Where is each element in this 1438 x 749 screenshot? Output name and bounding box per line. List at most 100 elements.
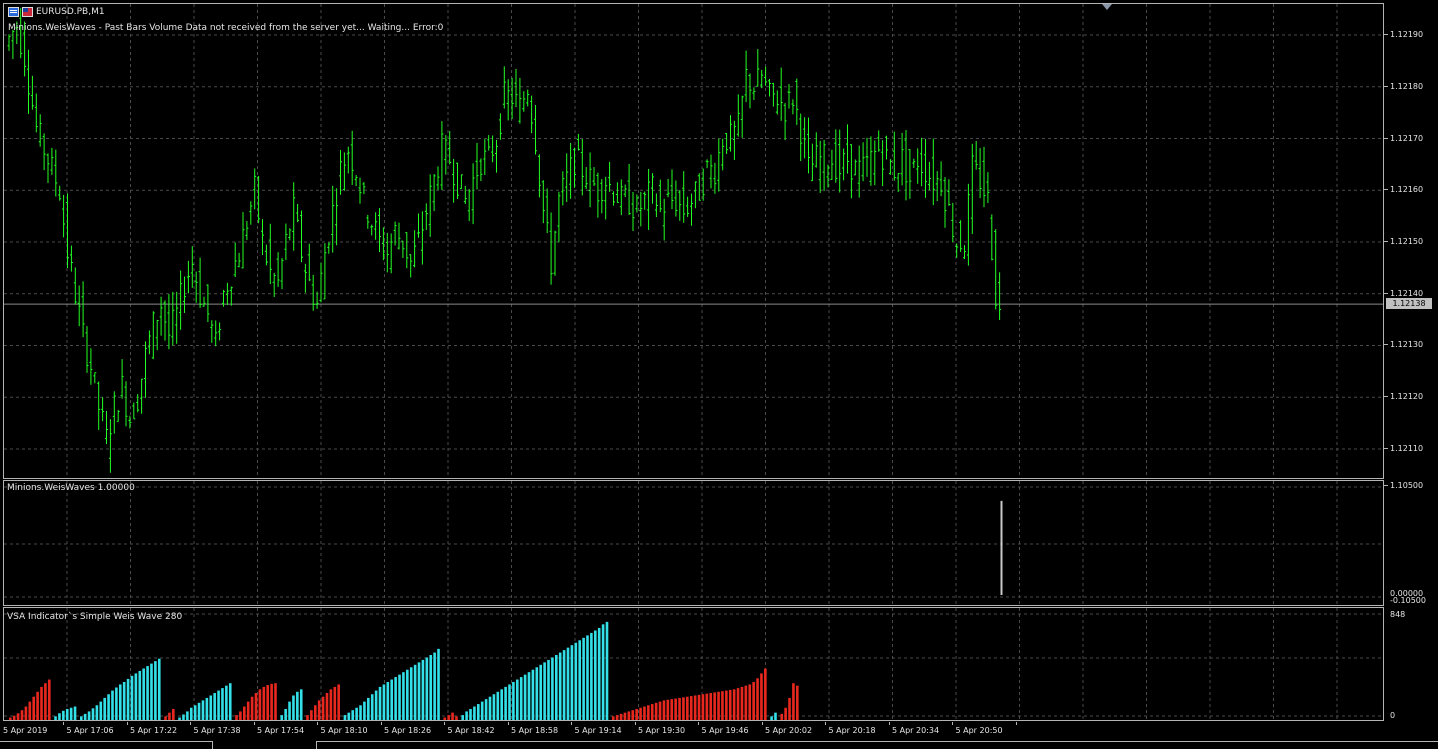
- weiswaves-label: Minions.WeisWaves 1.00000: [7, 483, 135, 493]
- vsa-wave-bar: [347, 712, 351, 720]
- vsa-wave-bar: [296, 691, 299, 720]
- vsa-wave-bar: [437, 648, 440, 720]
- time-axis-tick: [507, 722, 509, 725]
- vsa-wave-bar: [555, 655, 558, 720]
- vsa-wave-bar: [262, 686, 266, 720]
- vsa-wave-bar: [709, 693, 713, 720]
- vsa-wave-bar: [193, 705, 197, 720]
- vsa-wave-bar: [465, 711, 468, 720]
- vsa-wave-bar: [480, 701, 484, 720]
- price-axis-tick: [1384, 344, 1388, 346]
- vsa-wave-bar: [333, 686, 337, 720]
- time-axis-label: 5 Apr 18:42: [447, 726, 495, 735]
- vsa-wave-bar: [713, 692, 716, 720]
- vsa-wave-bar: [611, 716, 615, 720]
- price-axis-tick: [1384, 189, 1388, 191]
- vsa-wave-bar: [130, 675, 134, 720]
- vsa-wave-bar: [705, 693, 709, 720]
- vsa-wave-bar: [455, 716, 458, 720]
- time-axis-tick: [380, 722, 382, 725]
- vsa-wave-bar: [386, 681, 390, 720]
- vsa-wave-bar: [406, 669, 409, 720]
- time-axis-tick: [888, 722, 890, 725]
- vsa-wave-bar: [496, 691, 500, 720]
- time-axis-label: 5 Apr 18:26: [384, 726, 432, 735]
- price-axis[interactable]: 1.12190 1.12180 1.12170 1.12160 1.12150 1.121…: [1384, 0, 1438, 722]
- vsa-wave-bar: [566, 647, 570, 720]
- price-axis-label: 1.12110: [1390, 443, 1424, 453]
- vsa-wave-bar: [744, 685, 748, 720]
- vsa-wave-bar: [780, 713, 784, 720]
- vsa-wave-bar: [788, 697, 791, 720]
- vsa-wave-bar: [686, 696, 689, 720]
- vsa-wave-bar: [578, 640, 581, 720]
- vsa-wave-bar: [317, 700, 321, 720]
- vsa-wave-bar: [138, 670, 142, 720]
- vsa-wave-bar: [250, 696, 254, 720]
- price-chart-pane[interactable]: EURUSD.PB,M1 Minions.WeisWaves - Past Ba…: [3, 3, 1384, 479]
- vsa-wave-bar: [374, 690, 378, 720]
- price-axis-label: 1.12190: [1390, 30, 1424, 40]
- time-axis-tick: [952, 722, 953, 725]
- vsa-wave-bar: [254, 693, 258, 720]
- vsa-wave-bar: [531, 669, 535, 720]
- price-axis-label: 1.12180: [1390, 81, 1424, 91]
- vsa-wave-bar: [543, 662, 546, 720]
- vsa-wave-bar: [146, 666, 149, 720]
- price-axis-tick: [1384, 447, 1388, 449]
- time-axis-label: 5 Apr 19:46: [701, 726, 749, 735]
- price-axis-tick: [1384, 396, 1388, 398]
- vsa-wave-bar: [36, 691, 39, 720]
- vsa-wave-bar: [605, 621, 609, 720]
- vsa-wave-bar: [213, 693, 216, 720]
- vsa-wave-bar: [477, 704, 480, 720]
- price-chart-canvas[interactable]: [4, 4, 1384, 479]
- vsa-wave-bar: [274, 683, 277, 720]
- vsa-weis-wave-canvas: [4, 608, 1383, 720]
- vsa-wave-bar: [69, 707, 73, 720]
- vsa-wave-bar: [597, 628, 601, 720]
- vsa-wave-bar: [615, 715, 619, 720]
- vsa-wave-bar: [134, 673, 138, 720]
- vsa-wave-bar: [519, 677, 523, 720]
- vsa-wave-bar: [678, 697, 681, 720]
- time-axis-tick: [63, 722, 64, 725]
- vsa-wave-bar: [504, 686, 507, 720]
- vsa-wave-bar: [539, 664, 542, 720]
- chart-tabs: [0, 741, 1438, 749]
- price-axis-tick: [1384, 292, 1388, 294]
- vsa-wave-bar: [451, 712, 454, 720]
- vsa-wave-bar: [717, 691, 720, 720]
- chart-tab-1[interactable]: [0, 741, 213, 749]
- time-axis-label: 5 Apr 20:02: [765, 726, 813, 735]
- vsa-wave-bar: [732, 689, 736, 720]
- vsa-weis-wave-pane[interactable]: VSA Indicator`s Simple Weis Wave 280: [3, 607, 1384, 721]
- price-axis-label: 1.12170: [1390, 133, 1424, 143]
- vsa-wave-bar: [429, 655, 433, 720]
- vsa-wave-bar: [721, 691, 724, 720]
- chart-shift-marker-icon[interactable]: [1102, 4, 1114, 12]
- vsa-wave-bar: [764, 668, 767, 720]
- weiswaves-indicator-pane[interactable]: Minions.WeisWaves 1.00000: [3, 480, 1384, 606]
- time-axis-label: 5 Apr 19:30: [638, 726, 686, 735]
- vsa-wave-bar: [270, 683, 273, 720]
- vsa-wave-bar: [756, 678, 759, 720]
- vsa-wave-bar: [172, 708, 175, 720]
- vsa-wave-bar: [796, 685, 799, 720]
- vsa-wave-bar: [594, 630, 597, 720]
- vsa-wave-bar: [725, 690, 728, 720]
- vsa-wave-bar: [288, 701, 291, 720]
- time-axis-label: 5 Apr 17:54: [257, 726, 305, 735]
- time-axis-label: 5 Apr 2019: [3, 726, 48, 735]
- vsa-wave-bar: [239, 711, 242, 720]
- vsa-wave-bar: [83, 713, 87, 720]
- vsa-wave-bar: [409, 667, 413, 720]
- vsa-wave-bar: [689, 696, 693, 720]
- vsa-wave-bar: [16, 713, 20, 720]
- symbol-flag-icon: [22, 7, 33, 17]
- vsa-wave-bar: [111, 690, 114, 720]
- vsa-wave-bar: [122, 681, 126, 720]
- chart-tab-2[interactable]: [316, 741, 1438, 749]
- time-axis-tick: [126, 722, 128, 725]
- vsa-wave-bar: [770, 716, 773, 720]
